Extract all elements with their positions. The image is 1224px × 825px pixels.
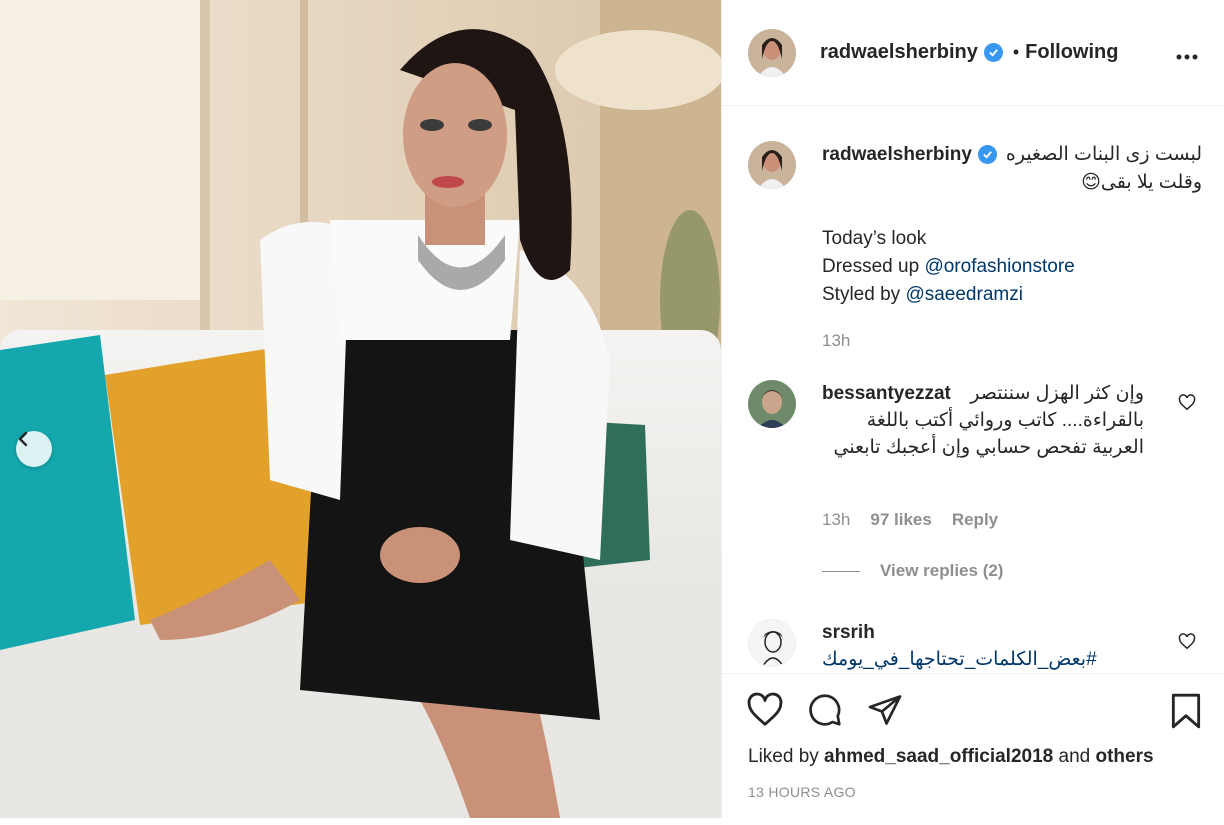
verified-badge-icon (983, 43, 1003, 62)
comment-likes-count[interactable]: 97 likes (870, 510, 931, 530)
save-button[interactable] (1169, 692, 1203, 735)
caption-body: radwaelsherbiny لبست زى البنات الصغيره و… (822, 141, 1202, 355)
heart-icon (1178, 633, 1196, 650)
following-button[interactable]: Following (1025, 41, 1118, 64)
view-replies-label: View replies (2) (880, 561, 1004, 580)
view-replies-button[interactable]: View replies (2) (822, 561, 1003, 581)
post-actions: Liked by ahmed_saad_official2018 and oth… (722, 673, 1224, 818)
like-button[interactable] (746, 692, 784, 733)
separator-dot: • (1012, 42, 1020, 62)
post-photo[interactable] (0, 0, 721, 818)
liked-by-user-link[interactable]: ahmed_saad_official2018 (824, 746, 1053, 767)
prev-photo-button[interactable] (16, 431, 52, 467)
verified-badge-icon (977, 145, 997, 164)
bookmark-icon (1171, 693, 1201, 729)
mention-link[interactable]: @orofashionstore (924, 256, 1074, 277)
comment-body: bessantyezzat وإن كثر الهزل سننتصر بالقر… (822, 380, 1144, 461)
comment-button[interactable] (806, 692, 844, 733)
comment-body: srsrih #بعض_الكلمات_تحتاجها_في_يومك (822, 619, 1144, 673)
more-options-button[interactable] (1176, 40, 1198, 66)
comment-hashtag[interactable]: #بعض_الكلمات_تحتاجها_في_يومك (822, 646, 1144, 673)
caption-line-1: Today’s look (822, 228, 927, 249)
comment-icon (809, 694, 841, 726)
reply-button[interactable]: Reply (952, 510, 998, 530)
caption-line-2: Dressed up @orofashionstore (822, 256, 1075, 277)
send-icon (868, 695, 902, 725)
comment-like-button[interactable] (1178, 394, 1196, 416)
commenter-avatar[interactable] (748, 619, 796, 667)
caption-timestamp: 13h (822, 331, 851, 350)
post-header: radwaelsherbiny • Following (722, 0, 1224, 106)
comment-username[interactable]: srsrih (822, 619, 1144, 646)
comment-username[interactable]: bessantyezzat (822, 380, 951, 407)
caption-avatar[interactable] (748, 141, 796, 189)
liked-by-others-link[interactable]: others (1096, 746, 1154, 767)
action-icons (746, 692, 904, 733)
comment-meta: 13h 97 likes Reply (822, 510, 998, 530)
avatar[interactable] (748, 28, 796, 77)
heart-icon (747, 692, 783, 726)
post-image (0, 0, 721, 818)
post-author-username[interactable]: radwaelsherbiny (820, 41, 978, 64)
mention-link[interactable]: @saeedramzi (905, 284, 1023, 305)
post-sidebar: radwaelsherbiny • Following radwaelsherb… (721, 0, 1224, 818)
liked-by-text: Liked by ahmed_saad_official2018 and oth… (748, 746, 1154, 767)
caption-username[interactable]: radwaelsherbiny (822, 141, 972, 169)
more-options-icon (1176, 54, 1198, 60)
comment-timestamp: 13h (822, 510, 851, 529)
heart-icon (1178, 394, 1196, 411)
caption-line-3: Styled by @saeedramzi (822, 284, 1023, 305)
comments-list[interactable]: radwaelsherbiny لبست زى البنات الصغيره و… (722, 107, 1224, 673)
caption-arabic-text: لبست زى البنات الصغيره وقلت يلا بقى😊 (1005, 144, 1202, 193)
post-timestamp[interactable]: 13 HOURS AGO (748, 784, 856, 800)
comment-like-button[interactable] (1178, 633, 1196, 655)
share-button[interactable] (866, 692, 904, 733)
divider-line (822, 570, 860, 572)
commenter-avatar[interactable] (748, 380, 796, 428)
